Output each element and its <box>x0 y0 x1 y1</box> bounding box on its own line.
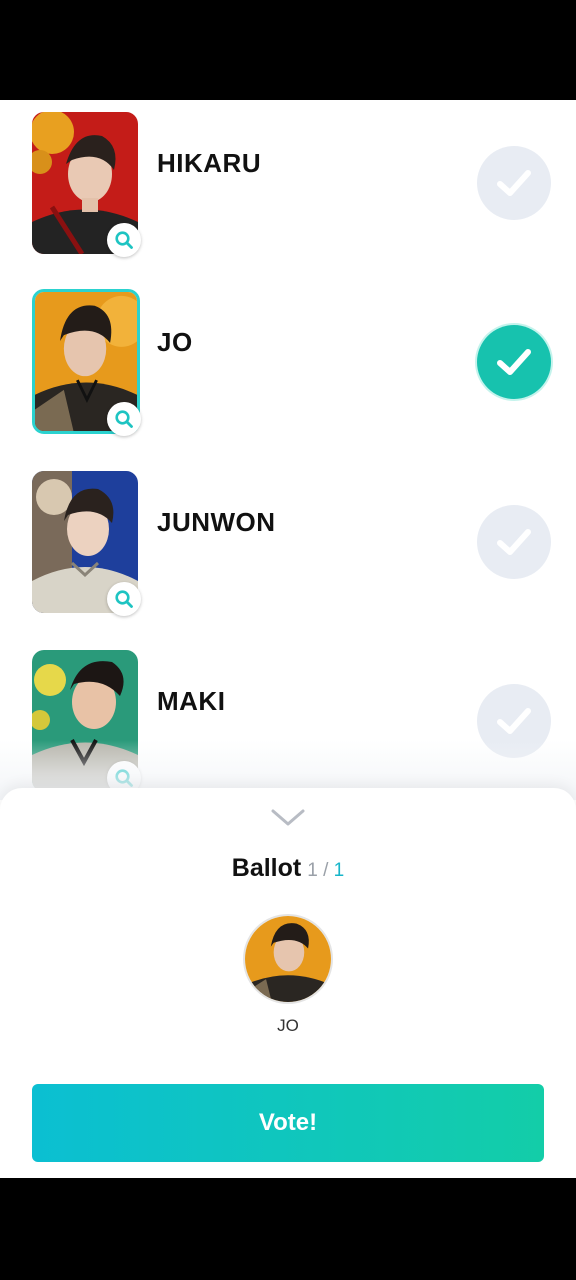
zoom-button[interactable] <box>107 402 141 436</box>
ballot-count: 1 / 1 <box>307 860 344 881</box>
status-bar <box>0 0 576 100</box>
ballot-count-separator: / <box>323 860 329 881</box>
magnifier-icon <box>115 590 133 608</box>
candidate-name: MAKI <box>157 686 226 716</box>
select-checkbox[interactable] <box>477 146 551 220</box>
checkmark-icon <box>497 170 531 196</box>
ballot-sheet: Ballot 1 / 1 JO Vote! <box>0 788 576 1178</box>
checkmark-icon <box>497 529 531 555</box>
ballot-selected-avatar[interactable] <box>243 914 333 1004</box>
ballot-count-current: 1 <box>307 860 318 881</box>
zoom-button[interactable] <box>107 223 141 257</box>
magnifier-icon <box>115 231 133 249</box>
select-checkbox[interactable] <box>477 505 551 579</box>
chevron-down-icon[interactable] <box>270 808 306 828</box>
ballot-title: Ballot <box>231 854 302 882</box>
navigation-bar <box>0 1178 576 1280</box>
checkmark-icon <box>497 349 531 375</box>
ballot-selected-name: JO <box>277 1016 299 1035</box>
select-checkbox[interactable] <box>477 325 551 399</box>
ballot-header: Ballot 1 / 1 <box>0 854 576 883</box>
vote-screen: HIKARU JO JUNWON MAKI Ballot 1 / 1 JO Vo… <box>0 100 576 1178</box>
checkmark-icon <box>497 708 531 734</box>
candidate-name: JO <box>157 327 193 357</box>
ballot-count-total: 1 <box>333 860 345 881</box>
candidate-row-jo[interactable]: JO <box>0 289 576 439</box>
zoom-button[interactable] <box>107 582 141 616</box>
candidate-row-junwon[interactable]: JUNWON <box>0 469 576 619</box>
candidate-name: JUNWON <box>157 507 276 537</box>
candidate-name: HIKARU <box>157 148 262 178</box>
vote-button[interactable]: Vote! <box>32 1084 544 1162</box>
magnifier-icon <box>115 410 133 428</box>
candidate-row-hikaru[interactable]: HIKARU <box>0 110 576 260</box>
